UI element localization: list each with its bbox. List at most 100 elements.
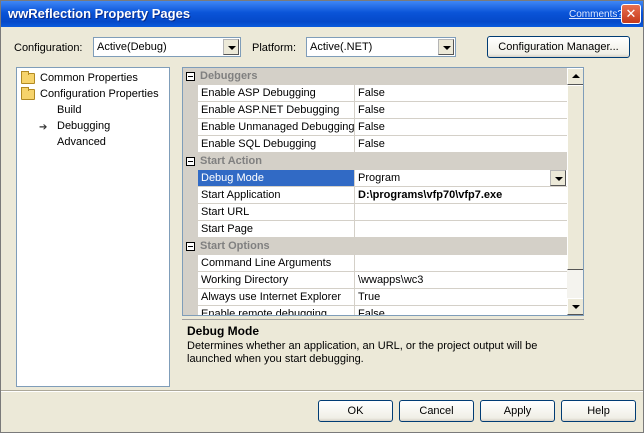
- row-gutter: [183, 102, 198, 119]
- property-value[interactable]: True: [355, 289, 567, 306]
- collapse-icon[interactable]: [186, 72, 195, 81]
- category-debuggers[interactable]: Debuggers: [183, 68, 567, 85]
- configuration-dropdown-arrow-icon[interactable]: [223, 39, 239, 55]
- dropdown-arrow-icon[interactable]: [550, 170, 566, 186]
- tree-item-common-properties[interactable]: Common Properties: [21, 70, 169, 86]
- row-gutter: [183, 85, 198, 102]
- property-row[interactable]: Enable Unmanaged Debugging False: [183, 119, 567, 136]
- property-row[interactable]: Enable remote debugging False: [183, 306, 567, 315]
- property-row[interactable]: Enable SQL Debugging False: [183, 136, 567, 153]
- property-name: Always use Internet Explorer: [198, 289, 355, 306]
- description-title: Debug Mode: [187, 324, 259, 338]
- property-name: Working Directory: [198, 272, 355, 289]
- property-value[interactable]: False: [355, 136, 567, 153]
- category-label: Debuggers: [200, 70, 258, 82]
- cancel-button[interactable]: Cancel: [399, 400, 474, 422]
- tree-item-debugging[interactable]: ➔ Debugging: [39, 118, 167, 134]
- window-title: wwReflection Property Pages: [8, 6, 191, 21]
- property-name: Enable ASP.NET Debugging: [198, 102, 355, 119]
- collapse-icon[interactable]: [186, 157, 195, 166]
- property-value[interactable]: [355, 204, 567, 221]
- property-row[interactable]: Start URL: [183, 204, 567, 221]
- configuration-manager-button[interactable]: Configuration Manager...: [487, 36, 630, 58]
- property-grid: Debuggers Enable ASP Debugging False Ena…: [182, 67, 584, 316]
- scroll-down-icon[interactable]: [567, 298, 583, 315]
- row-gutter: [183, 170, 198, 187]
- platform-dropdown-arrow-icon[interactable]: [438, 39, 454, 55]
- property-tree: Common Properties Configuration Properti…: [16, 67, 170, 387]
- property-name: Enable remote debugging: [198, 306, 355, 315]
- collapse-icon[interactable]: [186, 242, 195, 251]
- configuration-dropdown[interactable]: Active(Debug): [93, 37, 241, 57]
- category-label: Start Action: [200, 155, 262, 167]
- property-row[interactable]: Start Page: [183, 221, 567, 238]
- row-gutter: [183, 255, 198, 272]
- property-name: Debug Mode: [198, 170, 355, 187]
- property-row[interactable]: Command Line Arguments: [183, 255, 567, 272]
- row-gutter: [183, 136, 198, 153]
- close-button[interactable]: ✕: [621, 4, 641, 24]
- tree-item-label: Build: [57, 104, 82, 116]
- property-name: Start URL: [198, 204, 355, 221]
- description-text: Determines whether an application, an UR…: [187, 340, 538, 365]
- property-value[interactable]: D:\programs\vfp70\vfp7.exe: [355, 187, 567, 204]
- help-button[interactable]: Help: [561, 400, 636, 422]
- property-name: Enable ASP Debugging: [198, 85, 355, 102]
- scroll-thumb[interactable]: [567, 85, 583, 270]
- property-value[interactable]: False: [355, 306, 567, 315]
- property-value[interactable]: False: [355, 85, 567, 102]
- row-gutter: [183, 306, 198, 315]
- folder-icon: [21, 71, 35, 84]
- platform-value: Active(.NET): [310, 41, 373, 53]
- row-gutter: [183, 221, 198, 238]
- property-name: Command Line Arguments: [198, 255, 355, 272]
- title-bar[interactable]: wwReflection Property Pages Comments? ✕: [1, 1, 643, 27]
- tree-item-label: Debugging: [57, 120, 111, 132]
- description-panel: Debug Mode Determines whether an applica…: [182, 319, 584, 377]
- configuration-label: Configuration:: [14, 42, 83, 54]
- category-start-action[interactable]: Start Action: [183, 153, 567, 170]
- property-name: Start Page: [198, 221, 355, 238]
- property-value: Program: [358, 172, 401, 184]
- row-gutter: [183, 119, 198, 136]
- platform-dropdown[interactable]: Active(.NET): [306, 37, 456, 57]
- row-gutter: [183, 187, 198, 204]
- property-row-debug-mode[interactable]: Debug Mode Program: [183, 170, 567, 187]
- scroll-up-icon[interactable]: [567, 68, 583, 85]
- row-gutter: [183, 204, 198, 221]
- row-gutter: [183, 289, 198, 306]
- open-folder-icon: [21, 87, 35, 100]
- tree-item-label: Advanced: [57, 136, 106, 148]
- ok-button[interactable]: OK: [318, 400, 393, 422]
- property-value[interactable]: [355, 221, 567, 238]
- debug-mode-dropdown[interactable]: Program: [355, 170, 567, 187]
- property-row[interactable]: Enable ASP.NET Debugging False: [183, 102, 567, 119]
- property-pages-window: wwReflection Property Pages Comments? ✕ …: [0, 0, 644, 433]
- comments-link[interactable]: Comments?: [569, 9, 623, 20]
- category-start-options[interactable]: Start Options: [183, 238, 567, 255]
- footer-divider: [1, 390, 643, 392]
- vertical-scrollbar[interactable]: [567, 68, 583, 315]
- category-label: Start Options: [200, 240, 270, 252]
- property-name: Start Application: [198, 187, 355, 204]
- platform-label: Platform:: [252, 42, 297, 54]
- property-value[interactable]: \wwapps\wc3: [355, 272, 567, 289]
- configuration-value: Active(Debug): [97, 41, 167, 53]
- property-value[interactable]: [355, 255, 567, 272]
- property-row[interactable]: Enable ASP Debugging False: [183, 85, 567, 102]
- tree-item-configuration-properties[interactable]: Configuration Properties: [21, 86, 169, 102]
- property-row[interactable]: Start Application D:\programs\vfp70\vfp7…: [183, 187, 567, 204]
- tree-item-label: Configuration Properties: [40, 88, 159, 100]
- tree-item-advanced[interactable]: Advanced: [39, 134, 167, 150]
- property-value[interactable]: False: [355, 102, 567, 119]
- property-name: Enable SQL Debugging: [198, 136, 355, 153]
- property-name: Enable Unmanaged Debugging: [198, 119, 355, 136]
- row-gutter: [183, 272, 198, 289]
- tree-item-build[interactable]: Build: [39, 102, 167, 118]
- property-value[interactable]: False: [355, 119, 567, 136]
- property-row[interactable]: Working Directory \wwapps\wc3: [183, 272, 567, 289]
- property-row[interactable]: Always use Internet Explorer True: [183, 289, 567, 306]
- apply-button[interactable]: Apply: [480, 400, 555, 422]
- tree-item-label: Common Properties: [40, 72, 138, 84]
- close-icon: ✕: [625, 6, 637, 21]
